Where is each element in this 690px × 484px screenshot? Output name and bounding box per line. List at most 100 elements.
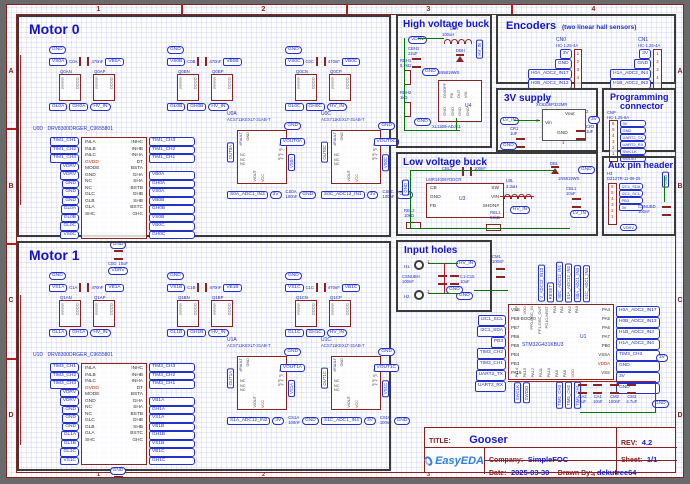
current-sensors: U0A ACS711KEXLT-31AB-T GND #FAULT GND NC… xyxy=(227,111,397,199)
mosfet-low: Q0AN SSSS DDDD xyxy=(59,74,81,101)
pin-number: 3 xyxy=(656,66,659,74)
encoder-connectors: CN0 HC-1.25-4A 3VGNDH0A_ADC2_IN17H0B_ADC… xyxy=(528,38,662,89)
net-flag: GH0C xyxy=(306,103,325,111)
mosfet-pair: Q0AN SSSS DDDD Q0AP SSSS DDDD xyxy=(59,74,153,101)
inductor-symbol xyxy=(444,39,472,44)
mosfet-pair: Q1CN SSSS DDDD Q1CP SSSS DDDD xyxy=(295,300,389,327)
net-flag: VS0B xyxy=(167,58,185,66)
gnd-flag: GND xyxy=(500,142,517,150)
inductor-value: 3.3uH xyxy=(506,184,517,189)
pin-name: PA11 xyxy=(538,368,543,377)
cap-value: 10uF xyxy=(566,191,576,196)
cap-value: 100nF xyxy=(609,399,621,404)
net-flag: VS1B xyxy=(167,284,185,292)
connector-pin-numbers: 1234 xyxy=(656,50,659,82)
net-flag: VB0C xyxy=(149,222,195,231)
gnd-flag: GND xyxy=(414,118,431,126)
capacitor-symbol xyxy=(197,57,207,66)
net-flag: TIM3_CH2 xyxy=(50,372,79,381)
net-flag: UART2_TX xyxy=(476,370,506,381)
cap-value: 470nF xyxy=(328,285,340,290)
cap-value: 100nF xyxy=(382,194,394,199)
connector-nets: 3VGNDH0A_ADC2_IN17H0B_ADC2_IN13 xyxy=(528,49,572,89)
net-flag: VS1B xyxy=(149,440,195,449)
adc-net-flag: S0C_ADC12_IN1 xyxy=(321,191,365,199)
rev-label: REV: xyxy=(621,440,637,447)
cap-ref: C0A xyxy=(69,59,77,64)
mosfet-ref: Q0BP xyxy=(212,69,223,74)
sensor-output-row: S0A_ADC1_IN3 3V CS0A 100nF GND xyxy=(227,189,303,199)
net-flag: VB1C xyxy=(149,448,195,457)
capacitor-symbol xyxy=(412,58,421,68)
mosfet-pins: SSSS xyxy=(179,303,183,315)
net-flag: RESET xyxy=(547,282,554,302)
net-flag: VOUT1A xyxy=(280,364,305,372)
net-flag: GL1B xyxy=(167,329,185,337)
pin-name: PA2 xyxy=(567,306,572,313)
mosfet-ref: Q1CN xyxy=(296,295,308,300)
cap-labels: CM1 100nF xyxy=(492,254,504,264)
resistor-value: 8.2kΩ xyxy=(400,63,411,68)
pin-name: PA0 xyxy=(552,306,557,313)
net-flag: GH1C xyxy=(306,329,325,337)
drawn-by-label: Drawn By: xyxy=(558,470,593,477)
ic-part: XC6206P332MR xyxy=(536,102,567,107)
net-flag: GH0A xyxy=(69,103,88,111)
pin-number: 1 xyxy=(656,50,659,58)
wire xyxy=(508,381,656,382)
lv-in-flag: LV_IN xyxy=(500,117,519,125)
cap-ref: C1C xyxy=(306,285,314,290)
pin-names-nc: NC NC NC xyxy=(334,379,339,393)
mcu-ref: U1 xyxy=(580,334,586,340)
title-label: TITLE: xyxy=(429,438,451,445)
mosfet-pins: DDDD xyxy=(346,303,350,315)
mosfet-pins: SSSS xyxy=(213,77,217,89)
section-title: connector xyxy=(620,101,664,111)
wire xyxy=(655,382,656,412)
driver-right-pins: INHCINHBINHADTBSTAGHASHABSTBGHBSHBBSTCGH… xyxy=(119,140,143,236)
mosfet-pair: Q1AN SSSS DDDD Q1AP SSSS DDDD xyxy=(59,300,153,327)
gnd-flag: GND xyxy=(402,180,409,196)
connector-pin-numbers: 654321 xyxy=(611,184,614,220)
half-bridge-phases: GND VS0A C0A 470nF VB0A Q0AN SSSS DDDD xyxy=(49,37,389,111)
capacitor-symbol xyxy=(316,57,326,66)
pin-name: VDD xyxy=(570,369,575,377)
net-flag: GND xyxy=(62,406,79,415)
net-flag: GL0B xyxy=(61,214,79,223)
net-flag: 3V xyxy=(639,49,651,59)
adc-net-flag: S1C_ADC1_IN4 xyxy=(321,417,362,425)
ic-part: LMR14006YDDCR xyxy=(426,177,461,182)
driver-decoupling: GND C1D 10uF VDRV xyxy=(95,467,141,484)
mcu-decoupling-caps: CA2 1uF CA1 10nF CM2 100nF CM3 4.7uF xyxy=(578,384,637,404)
cap-value: 100nF xyxy=(288,420,300,425)
motor-section: Motor 1 GND VS1A C1A 470nF VB1A Q1AN xyxy=(17,241,391,471)
net-flag: H1A_ADC2_IN4 xyxy=(610,69,651,79)
easyeda-logo-icon xyxy=(423,455,434,467)
pin-name: PA14 xyxy=(514,368,519,378)
pin-name: PB7 xyxy=(511,324,536,333)
mosfet-pair: Q0CN SSSS DDDD Q0CP SSSS DDDD xyxy=(295,74,389,101)
pin-name: GND xyxy=(246,132,250,140)
pin-name: PA10 xyxy=(546,368,551,378)
current-sensor: U0A ACS711KEXLT-31AB-T GND #FAULT GND NC… xyxy=(227,111,303,199)
mosfet-pins: SSSS xyxy=(61,303,65,315)
pin-name: GHC xyxy=(119,438,143,445)
cap-labels: CBH1 22uF xyxy=(408,46,419,56)
pin-name: PA4 xyxy=(578,306,610,315)
mosfet-low: Q1CN SSSS DDDD xyxy=(295,300,317,327)
pin-name: #FAULT xyxy=(239,132,243,146)
mcu-block: GND CM1 100nF V_ADC12_IN10RESETS0C_ADC12… xyxy=(430,250,678,424)
connector-header: CN0 HC-1.25-4A xyxy=(556,38,582,48)
wire xyxy=(410,170,556,171)
mcu-right-pins: PA4PA5PA6PA7PB0VSSAVDDAVSS xyxy=(578,306,610,378)
pin-name: VIOUT xyxy=(347,396,351,408)
driver-left-nets: TIM3_CH1TIM3_CH2TIM3_CH3VDRVVDRVGNDGNDGN… xyxy=(33,363,79,465)
drawn-by-value: dekutree64 xyxy=(597,468,637,477)
mosfet-ref: Q0AN xyxy=(60,69,72,74)
section-lv-buck: Low voltage buck GND CBL2 100nF LMR14006… xyxy=(396,152,598,236)
pin-number: 3 xyxy=(577,66,580,74)
net-flag: OUT1A xyxy=(227,368,234,388)
encoder-connector: CN0 HC-1.25-4A 3VGNDH0A_ADC2_IN17H0B_ADC… xyxy=(528,38,582,89)
wire xyxy=(514,120,540,121)
mosfet-pins: SSSS xyxy=(297,77,301,89)
